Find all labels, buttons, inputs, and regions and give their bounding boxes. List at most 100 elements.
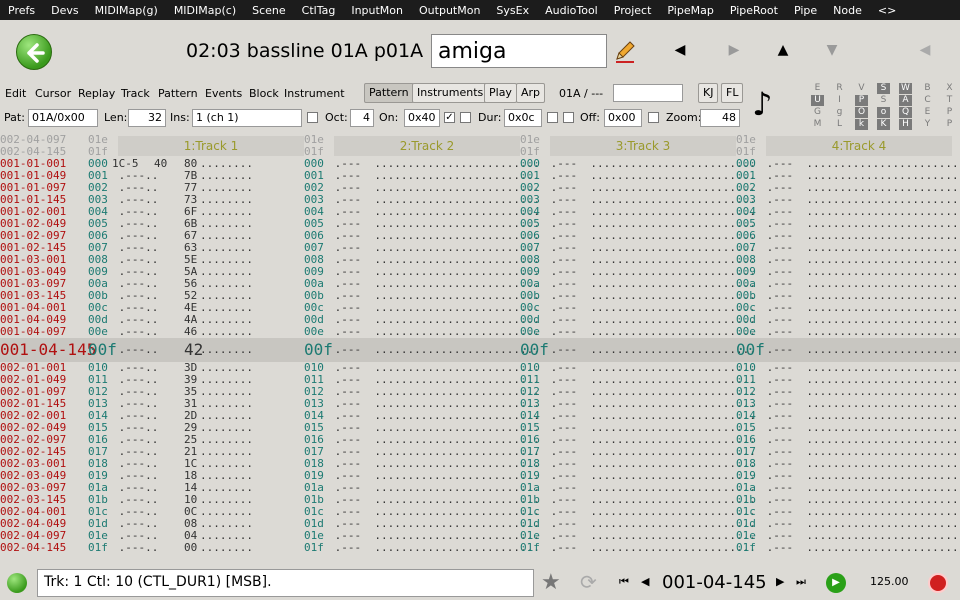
pattern-row[interactable]: 002-04-145 01f .---.. 00........ 01f .--- .…: [0, 542, 960, 554]
menu-item[interactable]: Scene: [244, 4, 294, 17]
play-button[interactable]: Play: [484, 83, 517, 103]
keyboard-key[interactable]: P: [855, 95, 868, 106]
menu-item[interactable]: OutputMon: [411, 4, 488, 17]
menubar: Prefs Devs MIDIMap(g) MIDIMap(c) Scene CtlTag…: [0, 0, 960, 20]
tab-pattern[interactable]: Pattern: [364, 83, 414, 103]
keyboard-key[interactable]: S: [877, 83, 890, 94]
editor-menu-item[interactable]: Block: [249, 87, 279, 100]
keyboard-key[interactable]: L: [833, 119, 846, 130]
editor-menu-item[interactable]: Pattern: [158, 87, 198, 100]
down-icon[interactable]: ▼: [822, 42, 842, 58]
pattern-select[interactable]: 01A/0x00: [28, 109, 98, 127]
stop-icon[interactable]: [928, 573, 948, 593]
empty-cell: .--- .........................: [760, 343, 960, 356]
off-field[interactable]: 0x00: [604, 109, 642, 127]
pattern-grid[interactable]: 1:Track 1 2:Track 2 3:Track 3 4:Track 4 002-…: [0, 134, 960, 566]
dur-checkbox-2[interactable]: [563, 112, 574, 123]
star-icon[interactable]: ★: [541, 570, 561, 595]
keyboard-key[interactable]: k: [855, 119, 868, 130]
status-back-icon[interactable]: [7, 573, 27, 593]
keyboard-key[interactable]: C: [921, 95, 934, 106]
editor-menu-item[interactable]: Replay: [78, 87, 115, 100]
loop-icon[interactable]: ⟳: [580, 570, 597, 594]
keyboard-key[interactable]: X: [943, 83, 956, 94]
menu-item[interactable]: Pipe: [786, 4, 825, 17]
tab-instruments[interactable]: Instruments: [412, 83, 489, 103]
len-field[interactable]: 32: [128, 109, 166, 127]
on-checkbox-2[interactable]: [460, 112, 471, 123]
editor-menu-item[interactable]: Track: [121, 87, 150, 100]
rewind-icon[interactable]: ⏮: [619, 575, 629, 589]
arp-button[interactable]: Arp: [516, 83, 546, 103]
menu-item[interactable]: PipeMap: [659, 4, 721, 17]
menu-item[interactable]: CtlTag: [294, 4, 344, 17]
off-label: Off:: [580, 111, 600, 124]
editor-menu-item[interactable]: Events: [205, 87, 242, 100]
pencil-icon[interactable]: [610, 36, 640, 66]
keyboard-key[interactable]: V: [855, 83, 868, 94]
keyboard-key[interactable]: H: [899, 119, 912, 130]
editor-menu-item[interactable]: Edit: [5, 87, 26, 100]
editor-menu-item[interactable]: Cursor: [35, 87, 71, 100]
speaker-icon[interactable]: ◀: [915, 42, 935, 58]
keyboard-key[interactable]: S: [877, 95, 890, 106]
step-back-icon[interactable]: ◀: [641, 575, 649, 588]
keyboard-key[interactable]: O: [855, 107, 868, 118]
keyboard-key[interactable]: W: [899, 83, 912, 94]
keyboard-key[interactable]: Q: [899, 107, 912, 118]
dur-field[interactable]: 0x0c: [504, 109, 542, 127]
fl-button[interactable]: FL: [721, 83, 744, 103]
keyboard-key[interactable]: I: [833, 95, 846, 106]
keyboard-key[interactable]: K: [877, 119, 890, 130]
menu-item[interactable]: Node: [825, 4, 870, 17]
zoom-field[interactable]: 48: [700, 109, 740, 127]
keyboard-key[interactable]: B: [921, 83, 934, 94]
prev-icon[interactable]: ◀: [670, 42, 690, 58]
menu-item[interactable]: <>: [870, 4, 904, 17]
status-message: Trk: 1 Ctl: 10 (CTL_DUR1) [MSB].: [37, 569, 534, 597]
menu-item[interactable]: MIDIMap(c): [166, 4, 244, 17]
ins-checkbox[interactable]: [307, 112, 318, 123]
sequence-field[interactable]: [613, 84, 683, 102]
keyboard-key[interactable]: U: [811, 95, 824, 106]
menu-item[interactable]: PipeRoot: [722, 4, 786, 17]
kj-button[interactable]: KJ: [698, 83, 719, 103]
menu-item[interactable]: AudioTool: [537, 4, 606, 17]
instrument-field[interactable]: 1 (ch 1): [192, 109, 302, 127]
pattern-row[interactable]: 001-04-097 00e .---.. 46........ 00e .--- .…: [0, 326, 960, 338]
keyboard-key[interactable]: M: [811, 119, 824, 130]
keyboard-key[interactable]: T: [943, 95, 956, 106]
play-icon[interactable]: ▶: [826, 573, 846, 593]
len-label: Len:: [104, 111, 128, 124]
keyboard-key[interactable]: G: [811, 107, 824, 118]
keyboard-key[interactable]: E: [921, 107, 934, 118]
menu-item[interactable]: InputMon: [343, 4, 411, 17]
keyboard-key[interactable]: P: [943, 107, 956, 118]
menu-item[interactable]: SysEx: [488, 4, 537, 17]
project-name-input[interactable]: [431, 34, 607, 68]
editor-menu-item[interactable]: Instrument: [284, 87, 345, 100]
off-checkbox[interactable]: [648, 112, 659, 123]
keyboard-key[interactable]: E: [811, 83, 824, 94]
pattern-row[interactable]: 001-04-145 00f .---.. 42........ 00f .--- .…: [0, 338, 960, 362]
menu-item[interactable]: Project: [606, 4, 660, 17]
dur-checkbox[interactable]: [547, 112, 558, 123]
step-forward-icon[interactable]: ▶: [776, 575, 784, 588]
fast-forward-icon[interactable]: ⏭: [796, 575, 806, 589]
keyboard-key[interactable]: P: [943, 119, 956, 130]
on-field[interactable]: 0x40: [404, 109, 440, 127]
menu-item[interactable]: Devs: [43, 4, 86, 17]
keyboard-key[interactable]: o: [877, 107, 890, 118]
oct-field[interactable]: 4: [350, 109, 374, 127]
next-icon[interactable]: ▶: [724, 42, 744, 58]
keyboard-key[interactable]: R: [833, 83, 846, 94]
up-icon[interactable]: ▲: [773, 42, 793, 58]
keyboard-key[interactable]: A: [899, 95, 912, 106]
menu-item[interactable]: MIDIMap(g): [87, 4, 166, 17]
menu-item[interactable]: Prefs: [0, 4, 43, 17]
keyboard-key[interactable]: Y: [921, 119, 934, 130]
keyboard-key[interactable]: g: [833, 107, 846, 118]
row-index: 01f: [88, 541, 108, 554]
on-checkbox[interactable]: ✓: [444, 112, 455, 123]
back-arrow-icon[interactable]: [16, 34, 52, 70]
